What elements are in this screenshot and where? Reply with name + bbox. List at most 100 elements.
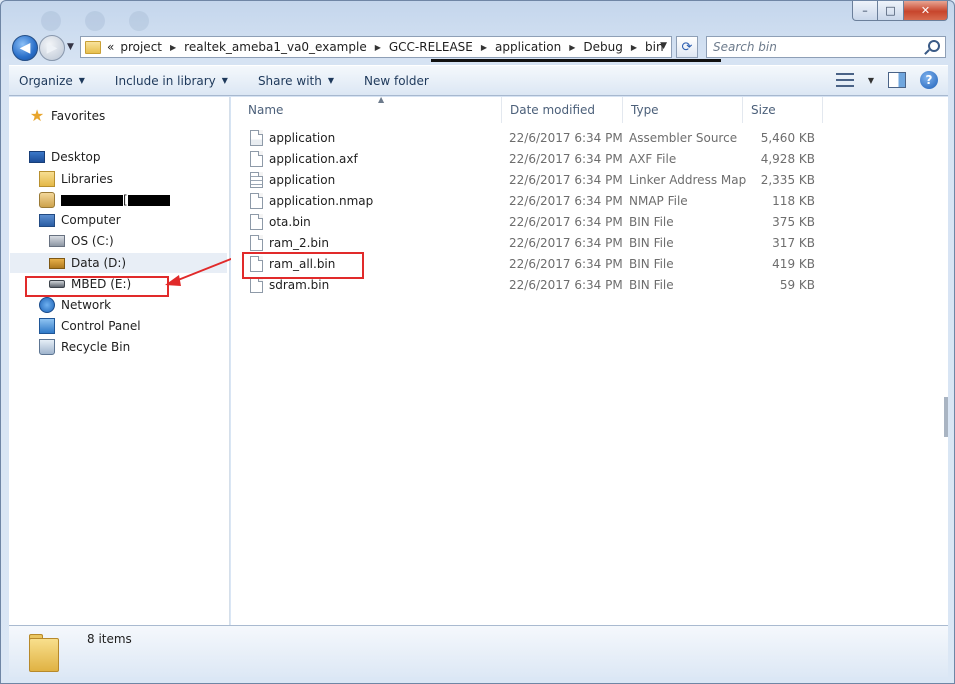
file-size: 4,928 KB (760, 152, 815, 166)
breadcrumb-project[interactable]: project (120, 40, 162, 54)
file-list-pane: Name ▲ Date modified Type Size applicati… (231, 95, 948, 625)
file-name: application (269, 173, 336, 187)
breadcrumb-realtek-example[interactable]: realtek_ameba1_va0_example (184, 40, 367, 54)
sidebar-item-label: Recycle Bin (61, 340, 131, 354)
chevron-right-icon[interactable]: ▶ (631, 43, 637, 52)
sidebar-item-user[interactable]: [ (39, 192, 170, 208)
ghost-icon (41, 11, 61, 31)
breadcrumb-application[interactable]: application (495, 40, 561, 54)
address-bar[interactable]: « project ▶ realtek_ameba1_va0_example ▶… (80, 36, 721, 62)
file-row[interactable]: application 22/6/2017 6:34 PM Linker Add… (231, 170, 948, 191)
file-name: application.axf (269, 152, 358, 166)
sidebar-item-label: Favorites (51, 109, 106, 123)
sidebar-item-control-panel[interactable]: Control Panel (39, 318, 141, 334)
sidebar-item-os-c[interactable]: OS (C:) (49, 234, 114, 248)
file-icon (250, 151, 263, 167)
details-pane: 8 items (9, 625, 948, 677)
resize-grip[interactable] (944, 397, 948, 437)
file-date: 22/6/2017 6:34 PM (509, 194, 623, 208)
include-in-library-menu[interactable]: Include in library ▼ (115, 74, 228, 88)
chevron-down-icon: ▼ (78, 76, 85, 85)
file-size: 375 KB (772, 215, 815, 229)
file-size: 419 KB (772, 257, 815, 271)
window-controls: – □ ✕ (852, 1, 948, 21)
chevron-right-icon[interactable]: ▶ (375, 43, 381, 52)
map-file-icon (250, 172, 263, 188)
file-size: 2,335 KB (760, 173, 815, 187)
file-row[interactable]: application.axf 22/6/2017 6:34 PM AXF Fi… (231, 149, 948, 170)
recent-pages-dropdown[interactable]: ▼ (67, 42, 74, 52)
sidebar-item-desktop[interactable]: Desktop (29, 150, 101, 164)
change-view-icon[interactable] (835, 73, 854, 87)
column-header-label: Name (248, 103, 284, 117)
back-button[interactable]: ◀ (12, 35, 38, 61)
breadcrumb-gcc-release[interactable]: GCC-RELEASE (389, 40, 473, 54)
organize-menu[interactable]: Organize ▼ (19, 74, 85, 88)
organize-label: Organize (19, 73, 73, 88)
column-header-label: Type (631, 103, 659, 117)
preview-pane-icon[interactable] (888, 72, 906, 88)
ghost-icon (85, 11, 105, 31)
control-panel-icon (39, 318, 55, 334)
column-header-date-modified[interactable]: Date modified (502, 97, 623, 123)
computer-icon (39, 213, 55, 227)
file-type: Linker Address Map (629, 173, 747, 187)
file-date: 22/6/2017 6:34 PM (509, 173, 623, 187)
address-history-dropdown[interactable]: ▼ (660, 41, 667, 51)
sidebar-item-recycle-bin[interactable]: Recycle Bin (39, 339, 130, 355)
new-folder-button[interactable]: New folder (364, 74, 429, 88)
breadcrumb-overflow[interactable]: « (107, 40, 114, 54)
command-bar: Organize ▼ Include in library ▼ Share wi… (9, 65, 948, 96)
chevron-right-icon[interactable]: ▶ (481, 43, 487, 52)
view-options-dropdown[interactable]: ▼ (868, 76, 874, 85)
sort-ascending-icon: ▲ (378, 95, 385, 104)
redaction-bar (431, 59, 721, 62)
folder-icon (85, 40, 101, 54)
libraries-icon (39, 171, 55, 187)
sidebar-item-libraries[interactable]: Libraries (39, 171, 113, 187)
file-size: 59 KB (779, 278, 815, 292)
star-icon: ★ (29, 106, 45, 125)
file-icon (250, 214, 263, 230)
highlight-box-ram-all (242, 252, 364, 279)
breadcrumb-debug[interactable]: Debug (583, 40, 622, 54)
file-row[interactable]: ram_2.bin 22/6/2017 6:34 PM BIN File 317… (231, 233, 948, 254)
explorer-window: – □ ✕ ◀ ▶ ▼ « project ▶ realtek_ameba1_v… (0, 0, 955, 684)
file-row[interactable]: application.nmap 22/6/2017 6:34 PM NMAP … (231, 191, 948, 212)
chevron-down-icon: ▼ (221, 76, 228, 85)
maximize-button[interactable]: □ (878, 1, 904, 21)
file-row[interactable]: ota.bin 22/6/2017 6:34 PM BIN File 375 K… (231, 212, 948, 233)
chevron-right-icon[interactable]: ▶ (170, 43, 176, 52)
file-name: application (269, 131, 336, 145)
sidebar-item-computer[interactable]: Computer (39, 213, 121, 227)
search-placeholder: Search bin (713, 40, 777, 54)
column-header-size[interactable]: Size (743, 97, 823, 123)
highlight-box-mbed (25, 276, 169, 297)
user-folder-icon (39, 192, 55, 208)
file-size: 5,460 KB (760, 131, 815, 145)
column-header-name[interactable]: Name ▲ (240, 95, 502, 123)
close-button[interactable]: ✕ (904, 1, 948, 21)
chevron-down-icon: ▼ (327, 76, 334, 85)
redacted-username (127, 194, 170, 206)
forward-button[interactable]: ▶ (39, 35, 65, 61)
sidebar-item-label: Libraries (61, 172, 113, 186)
sidebar-item-label: Control Panel (61, 319, 141, 333)
minimize-button[interactable]: – (852, 1, 878, 21)
titlebar-ghost-icons (41, 11, 149, 31)
column-header-type[interactable]: Type (623, 97, 743, 123)
refresh-button[interactable]: ⟳ (676, 36, 698, 58)
sidebar-item-label: Data (D:) (71, 256, 127, 270)
view-controls: ▼ ? (835, 71, 938, 89)
file-type: BIN File (629, 215, 674, 229)
sidebar-item-network[interactable]: Network (39, 297, 111, 313)
sidebar-item-favorites[interactable]: ★ Favorites (29, 108, 105, 124)
file-name: ota.bin (269, 215, 311, 229)
search-icon[interactable] (928, 40, 940, 52)
file-row[interactable]: application 22/6/2017 6:34 PM Assembler … (231, 128, 948, 149)
chevron-right-icon[interactable]: ▶ (569, 43, 575, 52)
network-icon (39, 297, 55, 313)
share-with-menu[interactable]: Share with ▼ (258, 74, 334, 88)
help-icon[interactable]: ? (920, 71, 938, 89)
search-input[interactable]: Search bin (706, 36, 946, 58)
